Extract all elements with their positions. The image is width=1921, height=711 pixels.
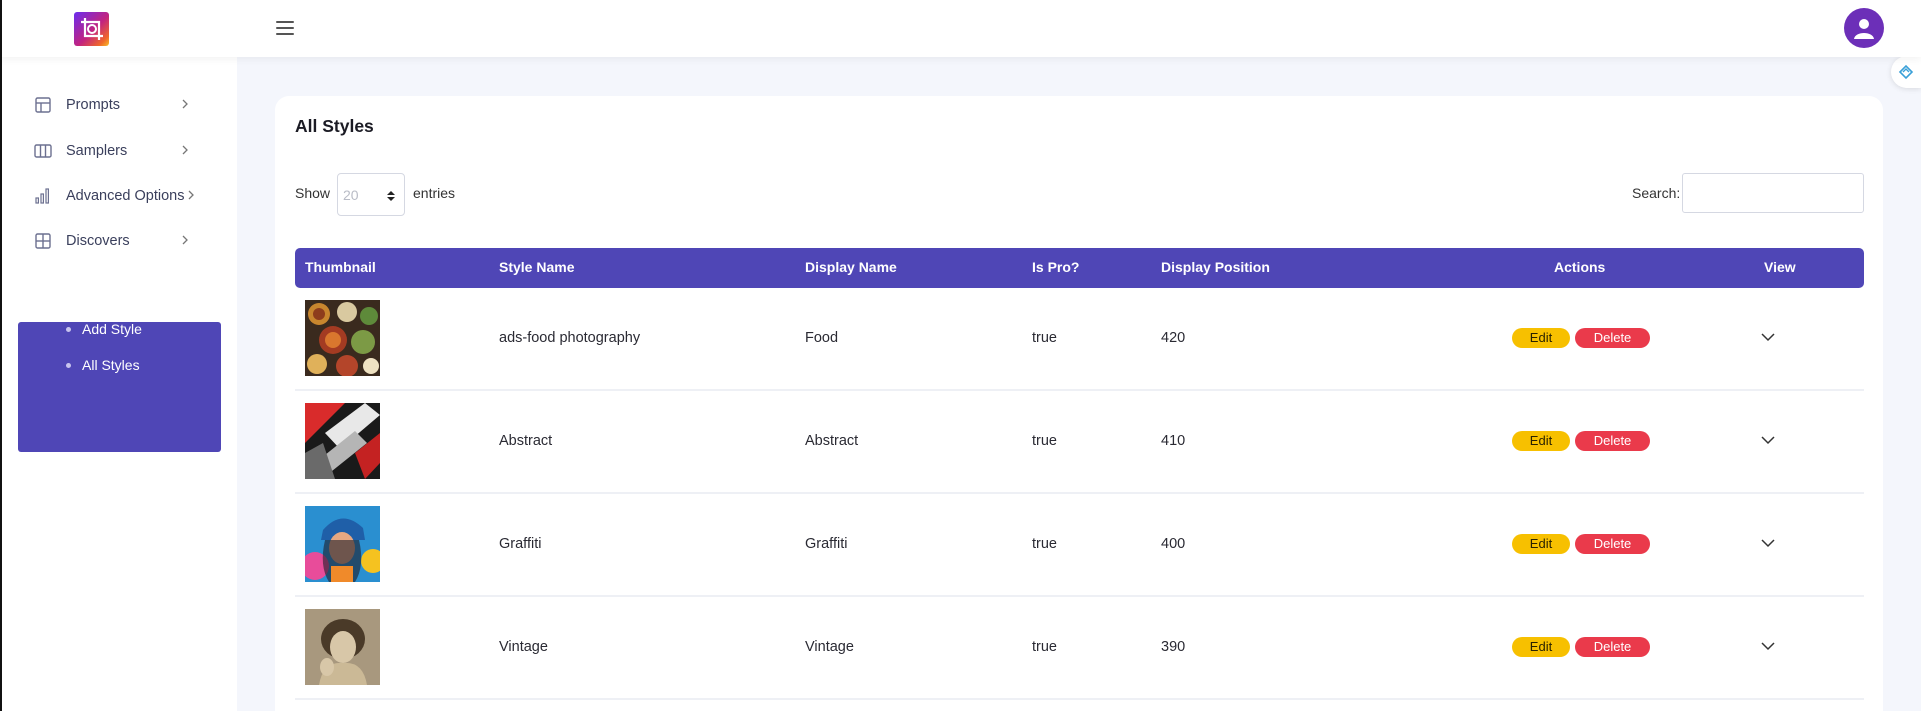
delete-button[interactable]: Delete — [1575, 534, 1650, 554]
sidebar-item-label: Styles — [66, 278, 106, 294]
entries-label: entries — [413, 185, 456, 201]
column-header-actions[interactable]: Actions — [1554, 259, 1605, 275]
sidebar-item-styles[interactable]: Styles — [18, 264, 221, 308]
sidebar-subitem-label: All Styles — [82, 357, 140, 373]
cell-is-pro: true — [1032, 536, 1057, 552]
chevron-down-icon[interactable] — [1761, 641, 1775, 651]
cell-display-position: 400 — [1161, 536, 1186, 552]
chevron-right-icon — [182, 99, 188, 109]
page-title: All Styles — [295, 116, 374, 136]
bullet-icon — [66, 362, 71, 368]
layout-icon — [35, 97, 51, 113]
user-icon — [1854, 19, 1874, 39]
sidebar-item-label: Advanced Options — [66, 188, 185, 204]
table-row: Vintage Vintage true 390 Edit Delete — [295, 597, 1864, 700]
cell-is-pro: true — [1032, 330, 1057, 346]
chevron-right-icon — [182, 235, 188, 245]
window-edge — [0, 0, 2, 711]
sidebar-subitem-label: Add Style — [82, 321, 142, 337]
cell-display-position: 420 — [1161, 330, 1186, 346]
thumbnail-graffiti — [305, 506, 380, 582]
chevron-right-icon — [182, 145, 188, 155]
extension-icon — [1898, 64, 1914, 80]
cell-display-name: Graffiti — [805, 536, 848, 552]
app-logo[interactable] — [74, 12, 109, 46]
delete-button[interactable]: Delete — [1575, 431, 1650, 451]
sidebar-item-samplers[interactable]: Samplers — [18, 129, 221, 173]
sidebar: Prompts Samplers Advanced Options Discov… — [0, 57, 237, 711]
sidebar-section-styles — [18, 322, 221, 452]
edit-button[interactable]: Edit — [1512, 534, 1570, 554]
floating-extension-button[interactable] — [1891, 56, 1921, 88]
cell-display-name: Food — [805, 330, 839, 346]
sidebar-item-label: Samplers — [66, 143, 128, 159]
table-header: Thumbnail Style Name Display Name Is Pro… — [295, 248, 1864, 288]
entries-select[interactable]: 20 — [337, 173, 405, 216]
chevron-down-icon[interactable] — [1761, 332, 1775, 342]
table-row: ads-food photography Food true 420 Edit … — [295, 288, 1864, 391]
show-label: Show — [295, 185, 331, 201]
sidebar-subitem-add-style[interactable]: Add Style — [66, 321, 142, 337]
delete-button[interactable]: Delete — [1575, 328, 1650, 348]
sidebar-item-label: Discovers — [66, 233, 130, 249]
bar-chart-icon — [35, 188, 50, 204]
column-header-style-name[interactable]: Style Name — [499, 259, 574, 275]
sort-arrows-icon — [387, 191, 395, 201]
edit-button[interactable]: Edit — [1512, 637, 1570, 657]
column-header-display-position[interactable]: Display Position — [1161, 259, 1270, 275]
menu-toggle-icon[interactable] — [276, 21, 294, 37]
cell-display-position: 390 — [1161, 639, 1186, 655]
chevron-down-icon — [180, 282, 190, 288]
cell-is-pro: true — [1032, 433, 1057, 449]
cell-style-name: Graffiti — [499, 536, 542, 552]
edit-button[interactable]: Edit — [1512, 328, 1570, 348]
table-row: Graffiti Graffiti true 400 Edit Delete — [295, 494, 1864, 597]
user-avatar[interactable] — [1844, 8, 1884, 48]
search-input[interactable] — [1682, 173, 1864, 213]
column-header-thumbnail[interactable]: Thumbnail — [305, 259, 376, 275]
chevron-right-icon — [188, 190, 194, 200]
sidebar-item-advanced-options[interactable]: Advanced Options — [18, 174, 221, 218]
sidebar-item-discovers[interactable]: Discovers — [18, 219, 221, 263]
thumbnail-abstract — [305, 403, 380, 479]
bullet-icon — [66, 326, 71, 332]
chevron-down-icon[interactable] — [1761, 538, 1775, 548]
column-header-display-name[interactable]: Display Name — [805, 259, 897, 275]
entries-select-value: 20 — [343, 187, 359, 203]
edit-button[interactable]: Edit — [1512, 431, 1570, 451]
cell-style-name: ads-food photography — [499, 330, 641, 346]
columns-icon — [34, 144, 52, 158]
cell-is-pro: true — [1032, 639, 1057, 655]
thumbnail-vintage — [305, 609, 380, 685]
column-header-is-pro[interactable]: Is Pro? — [1032, 259, 1079, 275]
chevron-down-icon[interactable] — [1761, 435, 1775, 445]
grid-icon — [35, 278, 51, 294]
grid-icon — [35, 233, 51, 249]
top-navbar — [0, 0, 1921, 57]
crop-logo-icon — [80, 18, 103, 40]
thumbnail-food — [305, 300, 380, 376]
delete-button[interactable]: Delete — [1575, 637, 1650, 657]
sidebar-subitem-all-styles[interactable]: All Styles — [66, 357, 140, 373]
sidebar-item-prompts[interactable]: Prompts — [18, 83, 221, 127]
cell-display-name: Vintage — [805, 639, 854, 655]
cell-style-name: Vintage — [499, 639, 548, 655]
cell-display-position: 410 — [1161, 433, 1186, 449]
cell-style-name: Abstract — [499, 433, 553, 449]
cell-display-name: Abstract — [805, 433, 859, 449]
sidebar-item-label: Prompts — [66, 97, 120, 113]
search-label: Search: — [1632, 185, 1681, 201]
table-row: Abstract Abstract true 410 Edit Delete — [295, 391, 1864, 494]
column-header-view[interactable]: View — [1764, 259, 1796, 275]
